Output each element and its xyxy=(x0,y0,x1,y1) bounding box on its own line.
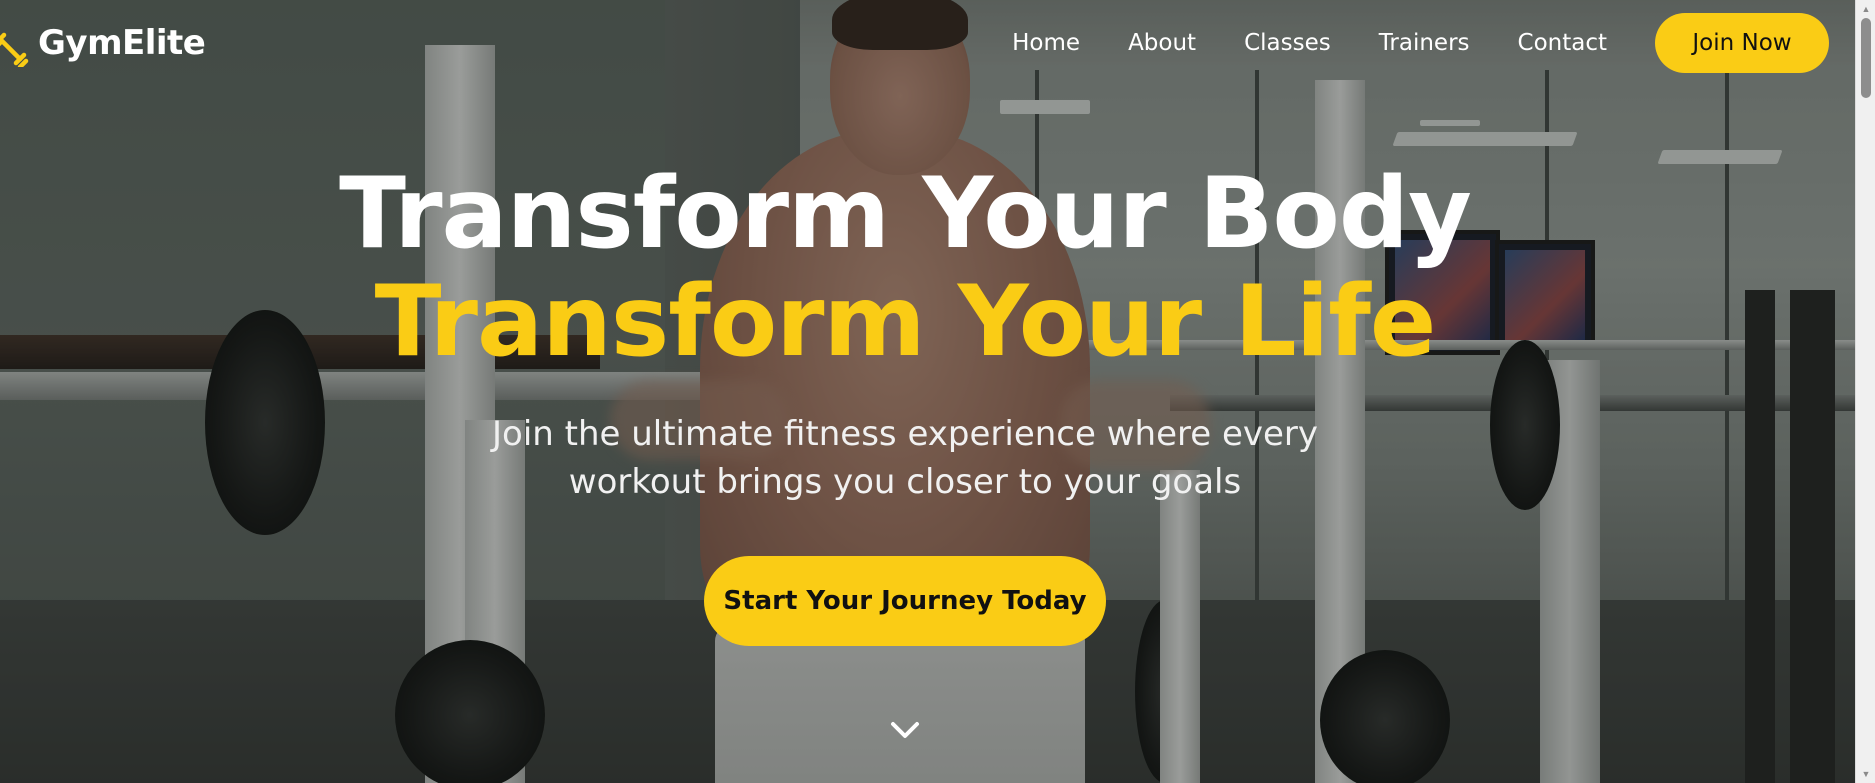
start-journey-button[interactable]: Start Your Journey Today xyxy=(704,556,1106,646)
scroll-down-arrow-icon[interactable]: ▼ xyxy=(1856,765,1875,783)
hero-headline-accent: Transform Your Life xyxy=(374,265,1437,379)
scrollbar-thumb[interactable] xyxy=(1861,18,1871,98)
page-scrollbar[interactable]: ▲ ▼ xyxy=(1855,0,1875,783)
hero-section: Transform Your Body Transform Your Life … xyxy=(0,0,1810,783)
hero-headline-primary: Transform Your Body xyxy=(339,157,1472,271)
chevron-down-icon[interactable] xyxy=(888,718,922,742)
scroll-up-arrow-icon[interactable]: ▲ xyxy=(1856,0,1875,18)
page: GymElite Home About Classes Trainers Con… xyxy=(0,0,1875,783)
hero-subtitle: Join the ultimate fitness experience whe… xyxy=(491,414,1318,502)
